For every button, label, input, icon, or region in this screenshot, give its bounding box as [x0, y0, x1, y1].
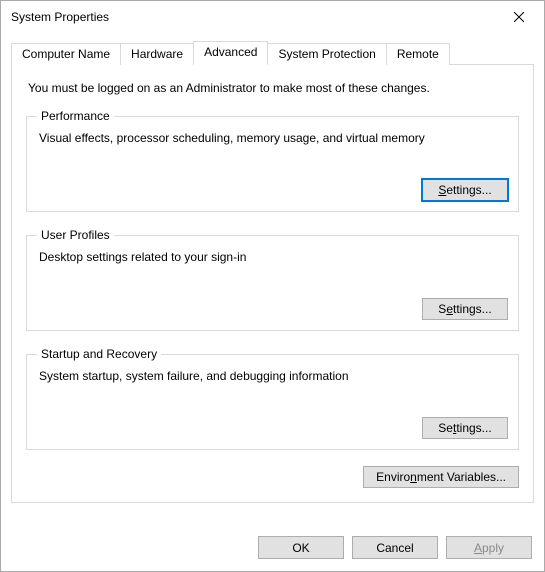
tab-label: Hardware — [131, 47, 183, 61]
group-title: User Profiles — [37, 228, 114, 242]
admin-notice: You must be logged on as an Administrato… — [28, 81, 519, 95]
group-performance: Performance Visual effects, processor sc… — [26, 109, 519, 212]
tabs-container: Computer Name Hardware Advanced System P… — [11, 41, 534, 503]
tab-remote[interactable]: Remote — [386, 43, 450, 65]
button-row: Settings... — [37, 179, 508, 201]
tab-label: Computer Name — [22, 47, 110, 61]
close-button[interactable] — [498, 3, 540, 31]
ok-button[interactable]: OK — [258, 536, 344, 559]
cancel-button[interactable]: Cancel — [352, 536, 438, 559]
titlebar: System Properties — [1, 1, 544, 33]
group-desc: Desktop settings related to your sign-in — [39, 250, 508, 264]
apply-button[interactable]: Apply — [446, 536, 532, 559]
group-user-profiles: User Profiles Desktop settings related t… — [26, 228, 519, 331]
tab-label: Advanced — [204, 45, 257, 59]
group-title: Startup and Recovery — [37, 347, 161, 361]
button-row: Settings... — [37, 417, 508, 439]
dialog-footer: OK Cancel Apply — [1, 526, 544, 571]
tab-label: Remote — [397, 47, 439, 61]
group-startup-recovery: Startup and Recovery System startup, sys… — [26, 347, 519, 450]
env-row: Environment Variables... — [26, 466, 519, 488]
startup-recovery-settings-button[interactable]: Settings... — [422, 417, 508, 439]
tab-system-protection[interactable]: System Protection — [267, 43, 386, 65]
tab-computer-name[interactable]: Computer Name — [11, 43, 121, 65]
system-properties-window: System Properties Computer Name Hardware… — [0, 0, 545, 572]
group-title: Performance — [37, 109, 114, 123]
close-icon — [514, 12, 524, 22]
environment-variables-button[interactable]: Environment Variables... — [363, 466, 519, 488]
tab-label: System Protection — [278, 47, 375, 61]
tab-hardware[interactable]: Hardware — [120, 43, 194, 65]
performance-settings-button[interactable]: Settings... — [422, 179, 508, 201]
window-title: System Properties — [11, 10, 498, 24]
tab-page-advanced: You must be logged on as an Administrato… — [11, 64, 534, 503]
content-area: Computer Name Hardware Advanced System P… — [1, 33, 544, 526]
group-desc: Visual effects, processor scheduling, me… — [39, 131, 508, 145]
group-desc: System startup, system failure, and debu… — [39, 369, 508, 383]
button-row: SSettings... — [37, 298, 508, 320]
tab-advanced[interactable]: Advanced — [193, 41, 268, 64]
user-profiles-settings-button[interactable]: SSettings... — [422, 298, 508, 320]
tab-strip: Computer Name Hardware Advanced System P… — [11, 41, 534, 64]
